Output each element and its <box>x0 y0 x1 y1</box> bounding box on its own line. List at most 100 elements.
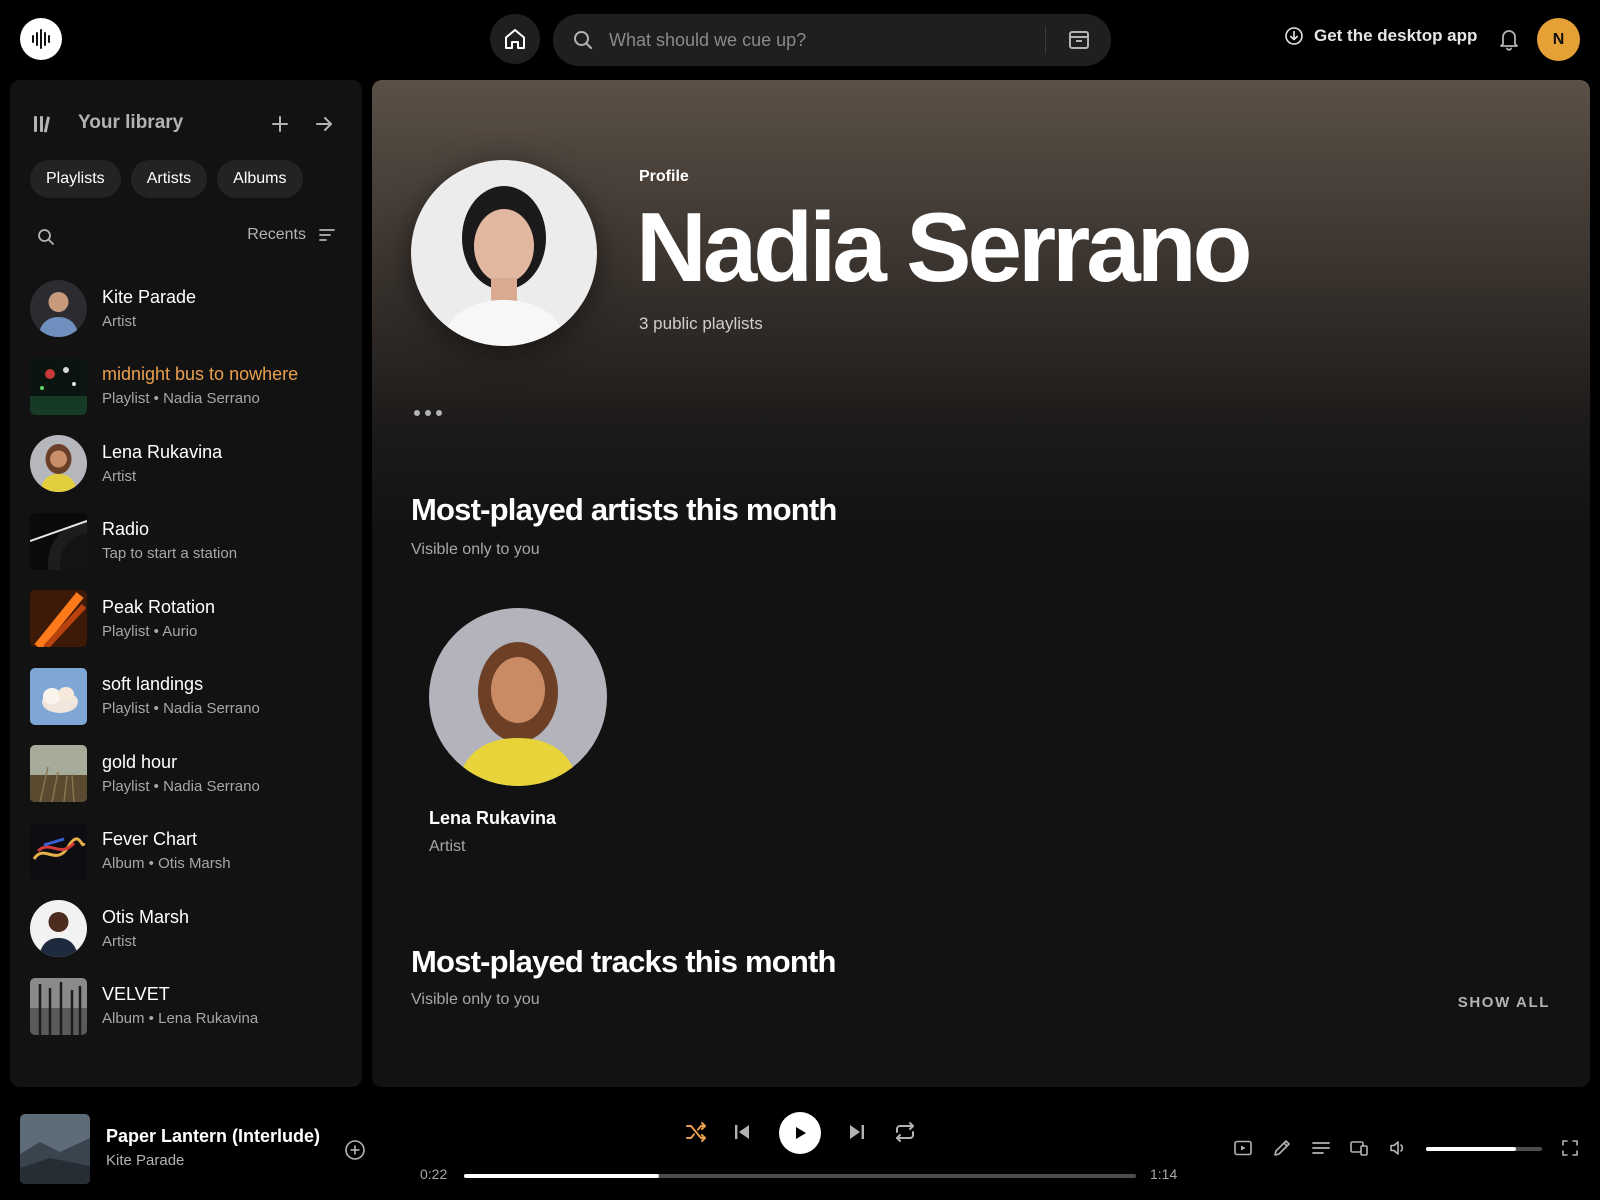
library-item-thumbnail <box>30 900 87 958</box>
track-duration: 1:14 <box>1150 1166 1178 1182</box>
library-item-sub: Playlist • Aurio <box>102 622 198 640</box>
library-item-name: soft landings <box>102 674 204 695</box>
library-item-sub: Artist <box>102 467 137 485</box>
library-item-sub: Album • Otis Marsh <box>102 855 231 873</box>
library-item-otis-marsh[interactable]: Otis Marsh Artist <box>30 890 350 968</box>
library-item-thumbnail <box>30 822 87 880</box>
now-playing-bar: Paper Lantern (Interlude) Kite Parade 0:… <box>0 1090 1600 1200</box>
filter-chip-playlists[interactable]: Playlists <box>30 160 121 198</box>
soundwave-icon <box>32 29 50 49</box>
library-item-name: midnight bus to nowhere <box>102 364 299 385</box>
library-search-icon[interactable] <box>36 227 56 247</box>
library-item-sub: Album • Lena Rukavina <box>102 1010 259 1028</box>
library-sidebar: Your library Playlists Artists Albums Re… <box>10 80 362 1087</box>
artist-card-photo <box>429 608 607 786</box>
profile-playlist-count[interactable]: 3 public playlists <box>639 314 763 334</box>
volume-icon[interactable] <box>1388 1138 1408 1158</box>
now-playing-artwork[interactable] <box>20 1114 90 1184</box>
volume-slider[interactable] <box>1426 1147 1542 1151</box>
fullscreen-icon[interactable] <box>1560 1138 1580 1158</box>
filter-chip-albums[interactable]: Albums <box>217 160 303 198</box>
library-item-thumbnail <box>30 435 87 493</box>
library-item-name: Fever Chart <box>102 829 198 850</box>
library-item-thumbnail <box>30 667 87 725</box>
library-item-thumbnail <box>30 977 87 1035</box>
library-item-lena-rukavina[interactable]: Lena Rukavina Artist <box>30 425 350 503</box>
top-artists-title[interactable]: Most-played artists this month <box>411 492 837 528</box>
artist-card[interactable]: Lena Rukavina Artist <box>429 608 609 856</box>
library-item-sub: Playlist • Nadia Serrano <box>102 777 260 795</box>
home-icon <box>505 29 525 49</box>
get-desktop-app-link[interactable]: Get the desktop app <box>1284 26 1477 46</box>
search-bar[interactable] <box>553 14 1111 66</box>
library-item-thumbnail <box>30 357 87 415</box>
library-item-gold-hour[interactable]: gold hour Playlist • Nadia Serrano <box>30 735 350 813</box>
filter-chip-artists[interactable]: Artists <box>130 160 208 198</box>
bell-icon[interactable] <box>1498 27 1520 51</box>
library-item-sub: Artist <box>102 312 137 330</box>
top-artists-subtitle: Visible only to you <box>411 541 540 558</box>
library-item-name: gold hour <box>102 751 178 772</box>
play-icon <box>796 1127 806 1139</box>
top-tracks-subtitle: Visible only to you <box>411 991 540 1008</box>
volume-slider-fill <box>1426 1147 1517 1151</box>
library-item-name: Otis Marsh <box>102 906 190 927</box>
sort-label: Recents <box>247 226 306 243</box>
library-item-sub: Playlist • Nadia Serrano <box>102 390 260 408</box>
app-logo[interactable] <box>20 18 62 60</box>
library-item-name: Radio <box>102 519 150 540</box>
library-item-thumbnail <box>30 590 87 648</box>
library-item-peak-rotation[interactable]: Peak Rotation Playlist • Aurio <box>30 580 350 658</box>
now-playing-artist[interactable]: Kite Parade <box>106 1152 184 1169</box>
home-button[interactable] <box>490 14 540 64</box>
next-track-icon[interactable] <box>847 1122 867 1142</box>
shuffle-icon[interactable] <box>684 1120 708 1144</box>
edit-pencil-icon[interactable] <box>1272 1138 1292 1158</box>
add-circle-icon[interactable] <box>344 1139 366 1161</box>
profile-name: Nadia Serrano <box>636 192 1252 302</box>
library-item-thumbnail <box>30 512 87 570</box>
plus-icon[interactable] <box>268 112 292 136</box>
library-item-fever-chart[interactable]: Fever Chart Album • Otis Marsh <box>30 813 350 891</box>
top-tracks-title[interactable]: Most-played tracks this month <box>411 944 836 980</box>
library-item-name: Lena Rukavina <box>102 441 223 462</box>
library-item-name: Peak Rotation <box>102 596 216 617</box>
download-icon <box>1285 27 1303 45</box>
library-item-kite-parade[interactable]: Kite Parade Artist <box>30 270 350 348</box>
profile-photo <box>411 160 597 346</box>
library-item-midnight-bus[interactable]: midnight bus to nowhere Playlist • Nadia … <box>30 348 350 426</box>
search-icon <box>574 31 592 49</box>
library-icon[interactable] <box>32 114 52 134</box>
artist-card-name: Lena Rukavina <box>429 808 557 828</box>
library-title[interactable]: Your library <box>78 112 183 134</box>
queue-icon[interactable] <box>1311 1138 1331 1158</box>
repeat-icon[interactable] <box>893 1120 917 1144</box>
library-item-soft-landings[interactable]: soft landings Playlist • Nadia Serrano <box>30 658 350 736</box>
library-filters: Playlists Artists Albums <box>30 160 303 198</box>
library-item-sub: Artist <box>102 932 137 950</box>
library-item-name: Kite Parade <box>102 286 197 307</box>
profile-type-label: Profile <box>639 168 689 185</box>
library-item-name: VELVET <box>102 984 170 1005</box>
library-item-velvet[interactable]: VELVET Album • Lena Rukavina <box>30 968 350 1046</box>
browse-icon[interactable] <box>1067 28 1091 52</box>
sort-icon <box>319 229 335 241</box>
now-playing-view-icon[interactable] <box>1233 1138 1253 1158</box>
library-item-sub: Playlist • Nadia Serrano <box>102 700 260 718</box>
show-all-link[interactable]: SHOW ALL <box>1458 994 1550 1011</box>
arrow-right-icon[interactable] <box>312 112 336 136</box>
sort-recents-button[interactable]: Recents <box>247 226 336 244</box>
artist-card-type: Artist <box>429 838 466 855</box>
library-item-radio[interactable]: Radio Tap to start a station <box>30 503 350 581</box>
search-input[interactable] <box>609 14 1029 66</box>
user-avatar[interactable]: N <box>1537 18 1580 61</box>
now-playing-title[interactable]: Paper Lantern (Interlude) <box>106 1126 320 1147</box>
library-list: Kite Parade Artist midnight bus to nowher… <box>30 270 350 1045</box>
library-item-sub: Tap to start a station <box>102 545 238 563</box>
play-button[interactable] <box>779 1112 821 1154</box>
previous-track-icon[interactable] <box>732 1122 752 1142</box>
connect-device-icon[interactable] <box>1349 1138 1369 1158</box>
more-options-icon[interactable] <box>414 410 442 416</box>
playback-progress-bar[interactable] <box>464 1174 1136 1178</box>
elapsed-time: 0:22 <box>420 1166 448 1182</box>
